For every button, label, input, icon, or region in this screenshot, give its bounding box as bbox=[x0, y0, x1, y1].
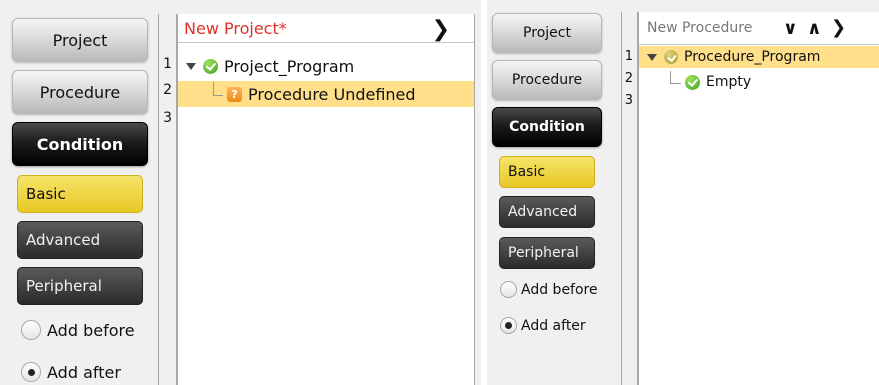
add-before-label: Add before bbox=[47, 320, 135, 340]
tree-item-label: Procedure Undefined bbox=[248, 84, 416, 104]
condition-button[interactable]: Condition bbox=[12, 122, 148, 166]
chevron-up-icon[interactable]: ∧ bbox=[807, 18, 822, 39]
left-pane: Project Procedure Condition Basic Advanc… bbox=[0, 0, 481, 385]
procedure-button-label: Procedure bbox=[39, 82, 121, 102]
basic-button[interactable]: Basic bbox=[499, 156, 595, 188]
advanced-button-label: Advanced bbox=[26, 231, 101, 249]
tree-connector bbox=[213, 82, 223, 96]
tree-row-procedure-undefined[interactable]: ? Procedure Undefined bbox=[178, 81, 474, 107]
line-number-gutter: 1 2 3 bbox=[621, 12, 638, 385]
basic-button-label: Basic bbox=[508, 164, 546, 180]
radio-unchecked-icon bbox=[500, 281, 517, 298]
expand-triangle-icon[interactable] bbox=[647, 53, 657, 61]
advanced-button-label: Advanced bbox=[508, 204, 578, 220]
radio-checked-icon bbox=[21, 362, 41, 382]
add-before-label: Add before bbox=[521, 281, 598, 298]
line-number: 2 bbox=[163, 82, 172, 98]
add-before-radio[interactable]: Add before bbox=[500, 281, 598, 298]
tree-row-procedure-program[interactable]: Procedure_Program bbox=[639, 46, 879, 68]
program-tree: New Project* ❯ Project_Program ? Procedu… bbox=[177, 14, 475, 385]
condition-button-label: Condition bbox=[509, 119, 585, 135]
chevron-down-icon[interactable]: ∨ bbox=[783, 18, 798, 39]
line-number: 2 bbox=[624, 71, 633, 86]
chevron-right-icon[interactable]: ❯ bbox=[432, 17, 450, 42]
tree-row-empty[interactable]: Empty bbox=[639, 70, 879, 93]
add-after-label: Add after bbox=[521, 317, 586, 334]
project-button-label: Project bbox=[523, 25, 571, 41]
line-number: 3 bbox=[163, 110, 172, 126]
check-icon bbox=[685, 74, 700, 90]
warning-icon: ? bbox=[227, 86, 242, 102]
procedure-button[interactable]: Procedure bbox=[12, 70, 148, 114]
radio-checked-icon bbox=[500, 317, 517, 334]
advanced-button[interactable]: Advanced bbox=[17, 221, 143, 259]
peripheral-button-label: Peripheral bbox=[26, 277, 102, 295]
editor-header: New Project* ❯ bbox=[178, 14, 474, 43]
right-pane: Project Procedure Condition Basic Advanc… bbox=[487, 0, 879, 385]
project-button[interactable]: Project bbox=[12, 18, 148, 62]
project-button-label: Project bbox=[52, 30, 108, 50]
advanced-button[interactable]: Advanced bbox=[499, 196, 595, 228]
add-after-label: Add after bbox=[47, 362, 121, 382]
tree-item-label: Procedure_Program bbox=[684, 49, 821, 65]
basic-button-label: Basic bbox=[26, 185, 66, 203]
tree-item-label: Project_Program bbox=[224, 56, 355, 76]
expand-triangle-icon[interactable] bbox=[186, 62, 196, 70]
condition-button[interactable]: Condition bbox=[492, 107, 602, 147]
tree-item-label: Empty bbox=[706, 74, 752, 90]
chevron-right-icon[interactable]: ❯ bbox=[831, 17, 846, 38]
add-before-radio[interactable]: Add before bbox=[21, 320, 135, 340]
add-after-radio[interactable]: Add after bbox=[500, 317, 586, 334]
line-number: 1 bbox=[163, 56, 172, 72]
project-button[interactable]: Project bbox=[492, 13, 602, 53]
check-icon bbox=[664, 50, 678, 64]
peripheral-button[interactable]: Peripheral bbox=[499, 237, 595, 269]
peripheral-button[interactable]: Peripheral bbox=[17, 267, 143, 305]
procedure-button-label: Procedure bbox=[511, 72, 583, 88]
editor-title: New Procedure bbox=[647, 20, 753, 36]
check-icon bbox=[203, 58, 218, 74]
editor-title: New Project* bbox=[184, 18, 287, 38]
line-number: 1 bbox=[624, 49, 633, 64]
tree-row-project-program[interactable]: Project_Program bbox=[178, 54, 474, 78]
procedure-button[interactable]: Procedure bbox=[492, 60, 602, 100]
condition-button-label: Condition bbox=[36, 134, 124, 154]
program-tree: New Procedure ∨ ∧ ❯ Procedure_Program Em… bbox=[638, 12, 879, 385]
radio-unchecked-icon bbox=[21, 320, 41, 340]
line-number: 3 bbox=[624, 93, 633, 108]
basic-button[interactable]: Basic bbox=[17, 175, 143, 213]
editor-header: New Procedure ∨ ∧ ❯ bbox=[639, 12, 879, 45]
peripheral-button-label: Peripheral bbox=[508, 245, 579, 261]
tree-connector bbox=[670, 70, 681, 84]
line-number-gutter: 1 2 3 bbox=[158, 14, 177, 385]
add-after-radio[interactable]: Add after bbox=[21, 362, 121, 382]
